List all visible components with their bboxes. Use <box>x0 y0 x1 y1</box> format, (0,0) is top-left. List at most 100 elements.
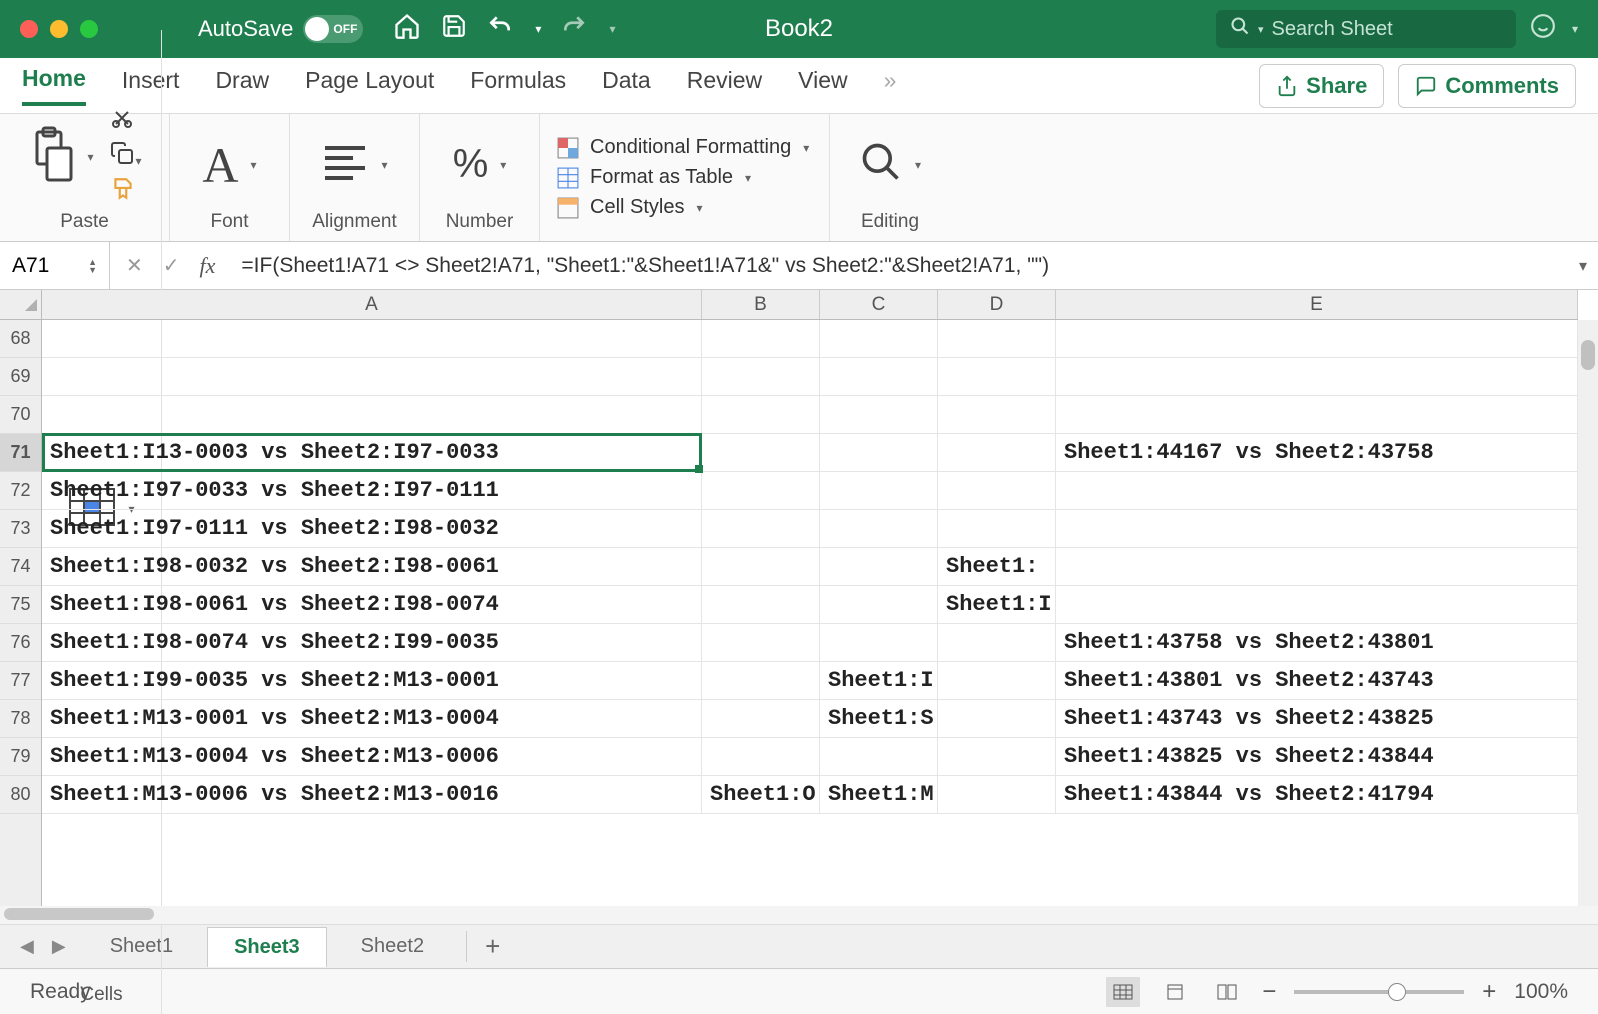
cell-E74[interactable] <box>1056 548 1578 585</box>
zoom-slider[interactable] <box>1294 990 1464 994</box>
zoom-in-button[interactable]: + <box>1482 978 1496 1006</box>
cell-E75[interactable] <box>1056 586 1578 623</box>
cell-E78[interactable]: Sheet1:43743 vs Sheet2:43825 <box>1056 700 1578 737</box>
cell-E79[interactable]: Sheet1:43825 vs Sheet2:43844 <box>1056 738 1578 775</box>
row-header-80[interactable]: 80 <box>0 776 41 814</box>
tab-data[interactable]: Data <box>602 67 651 104</box>
cell-A71[interactable]: Sheet1:I13-0003 vs Sheet2:I97-0033 <box>42 434 702 471</box>
cell-E77[interactable]: Sheet1:43801 vs Sheet2:43743 <box>1056 662 1578 699</box>
redo-dropdown-icon[interactable]: ▾ <box>609 22 615 36</box>
col-header-E[interactable]: E <box>1056 290 1578 319</box>
row-header-71[interactable]: 71 <box>0 434 41 472</box>
page-break-view-button[interactable] <box>1210 977 1244 1007</box>
cell-A77[interactable]: Sheet1:I99-0035 vs Sheet2:M13-0001 <box>42 662 702 699</box>
search-box[interactable]: ▾ Search Sheet <box>1216 10 1516 48</box>
cell-A80[interactable]: Sheet1:M13-0006 vs Sheet2:M13-0016 <box>42 776 702 813</box>
cell-C72[interactable] <box>820 472 938 509</box>
cell-B75[interactable] <box>702 586 820 623</box>
cell-E68[interactable] <box>1056 320 1578 357</box>
cell-B80[interactable]: Sheet1:O <box>702 776 820 813</box>
cell-A74[interactable]: Sheet1:I98-0032 vs Sheet2:I98-0061 <box>42 548 702 585</box>
row-header-73[interactable]: 73 <box>0 510 41 548</box>
cell-D75[interactable]: Sheet1:I <box>938 586 1056 623</box>
row-header-68[interactable]: 68 <box>0 320 41 358</box>
cell-A69[interactable] <box>42 358 702 395</box>
cell-D77[interactable] <box>938 662 1056 699</box>
undo-icon[interactable] <box>487 13 513 46</box>
cell-D79[interactable] <box>938 738 1056 775</box>
tab-review[interactable]: Review <box>687 67 762 104</box>
cell-A68[interactable] <box>42 320 702 357</box>
cell-E69[interactable] <box>1056 358 1578 395</box>
font-icon[interactable]: A <box>202 136 238 194</box>
cell-C78[interactable]: Sheet1:S <box>820 700 938 737</box>
cell-C76[interactable] <box>820 624 938 661</box>
tab-more[interactable]: » <box>884 67 897 104</box>
alignment-icon[interactable] <box>321 142 369 187</box>
vertical-scrollbar[interactable] <box>1578 320 1598 906</box>
cell-D68[interactable] <box>938 320 1056 357</box>
cell-D73[interactable] <box>938 510 1056 547</box>
cell-D71[interactable] <box>938 434 1056 471</box>
row-header-70[interactable]: 70 <box>0 396 41 434</box>
cell-A78[interactable]: Sheet1:M13-0001 vs Sheet2:M13-0004 <box>42 700 702 737</box>
cell-D70[interactable] <box>938 396 1056 433</box>
number-dropdown-icon[interactable]: ▾ <box>500 158 506 172</box>
cell-B77[interactable] <box>702 662 820 699</box>
zoom-out-button[interactable]: − <box>1262 978 1276 1006</box>
expand-formula-bar-icon[interactable]: ▾ <box>1568 256 1598 276</box>
row-header-79[interactable]: 79 <box>0 738 41 776</box>
cells-area[interactable]: Sheet1:I13-0003 vs Sheet2:I97-0033 Sheet1… <box>42 320 1578 906</box>
fx-icon[interactable]: fx <box>200 253 216 279</box>
tab-draw[interactable]: Draw <box>215 67 269 104</box>
tab-view[interactable]: View <box>798 67 847 104</box>
row-header-74[interactable]: 74 <box>0 548 41 586</box>
cell-B69[interactable] <box>702 358 820 395</box>
home-icon[interactable] <box>393 12 421 47</box>
row-header-76[interactable]: 76 <box>0 624 41 662</box>
col-header-C[interactable]: C <box>820 290 938 319</box>
cell-C75[interactable] <box>820 586 938 623</box>
formula-input[interactable]: =IF(Sheet1!A71 <> Sheet2!A71, "Sheet1:"&… <box>231 254 1568 278</box>
autosave-toggle[interactable]: OFF <box>303 15 363 43</box>
cell-E76[interactable]: Sheet1:43758 vs Sheet2:43801 <box>1056 624 1578 661</box>
cell-A76[interactable]: Sheet1:I98-0074 vs Sheet2:I99-0035 <box>42 624 702 661</box>
cell-E71[interactable]: Sheet1:44167 vs Sheet2:43758 <box>1056 434 1578 471</box>
comments-button[interactable]: Comments <box>1398 64 1576 108</box>
editing-dropdown-icon[interactable]: ▾ <box>915 158 921 172</box>
cell-styles-button[interactable]: Cell Styles ▾ <box>556 196 813 220</box>
sheet-tab-sheet2[interactable]: Sheet2 <box>335 927 450 966</box>
cell-D76[interactable] <box>938 624 1056 661</box>
horizontal-scrollbar[interactable] <box>0 906 1598 924</box>
cell-D74[interactable]: Sheet1: <box>938 548 1056 585</box>
zoom-level[interactable]: 100% <box>1514 980 1568 1004</box>
cell-A73[interactable]: Sheet1:I97-0111 vs Sheet2:I98-0032 <box>42 510 702 547</box>
percent-icon[interactable]: % <box>453 142 489 187</box>
cell-B72[interactable] <box>702 472 820 509</box>
cell-C77[interactable]: Sheet1:I <box>820 662 938 699</box>
cell-E72[interactable] <box>1056 472 1578 509</box>
cell-D69[interactable] <box>938 358 1056 395</box>
cell-A75[interactable]: Sheet1:I98-0061 vs Sheet2:I98-0074 <box>42 586 702 623</box>
cell-D78[interactable] <box>938 700 1056 737</box>
select-all-corner[interactable] <box>0 290 42 320</box>
cell-B73[interactable] <box>702 510 820 547</box>
cell-B70[interactable] <box>702 396 820 433</box>
col-header-A[interactable]: A <box>42 290 702 319</box>
cell-C69[interactable] <box>820 358 938 395</box>
font-dropdown-icon[interactable]: ▾ <box>251 158 257 172</box>
cell-A70[interactable] <box>42 396 702 433</box>
cell-D72[interactable] <box>938 472 1056 509</box>
row-header-75[interactable]: 75 <box>0 586 41 624</box>
cell-E80[interactable]: Sheet1:43844 vs Sheet2:41794 <box>1056 776 1578 813</box>
tab-page-layout[interactable]: Page Layout <box>305 67 434 104</box>
col-header-D[interactable]: D <box>938 290 1056 319</box>
normal-view-button[interactable] <box>1106 977 1140 1007</box>
cell-B68[interactable] <box>702 320 820 357</box>
feedback-dropdown-icon[interactable]: ▾ <box>1572 22 1578 36</box>
row-header-78[interactable]: 78 <box>0 700 41 738</box>
cell-C71[interactable] <box>820 434 938 471</box>
cell-C80[interactable]: Sheet1:M <box>820 776 938 813</box>
save-icon[interactable] <box>441 13 467 46</box>
redo-icon[interactable] <box>561 13 587 46</box>
